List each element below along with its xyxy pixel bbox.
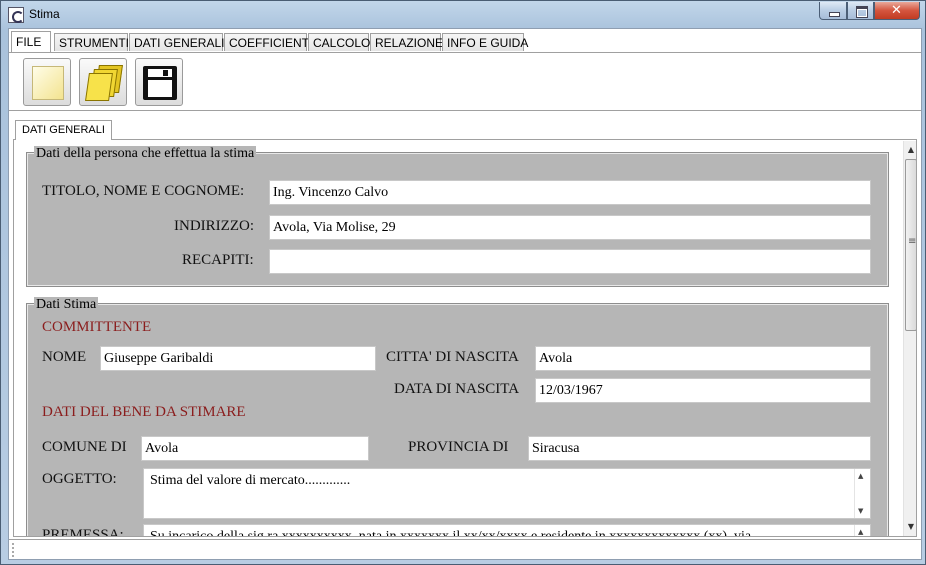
app-window: Stima FILE STRUMENTI DATI GENERALI COEFF… [0,0,926,565]
committente-heading: COMMITTENTE [42,319,152,335]
scroll-up-icon[interactable]: ▲ [858,472,863,480]
premessa-text: Su incarico della sig.ra xxxxxxxxxx, nat… [150,529,752,537]
save-button[interactable] [135,58,183,106]
bene-heading: DATI DEL BENE DA STIMARE [42,404,246,420]
client-area: FILE STRUMENTI DATI GENERALI COEFFICIENT… [8,28,922,560]
oggetto-label: OGGETTO: [42,471,117,487]
window-title: Stima [29,7,60,21]
scroll-thumb[interactable] [905,159,916,331]
open-folder-icon [85,65,123,101]
data-nascita-field[interactable]: 12/03/1967 [535,378,871,403]
persona-group: Dati della persona che effettua la stima… [26,146,889,287]
panel-scrollbar[interactable]: ▲ ▼ [903,141,916,536]
citta-label: CITTA' DI NASCITA [386,349,519,365]
new-file-icon [32,66,64,100]
tab-calcolo[interactable]: CALCOLO [308,33,370,51]
title-bar[interactable]: Stima [1,1,925,28]
persona-legend: Dati della persona che effettua la stima [34,146,257,162]
provincia-field[interactable]: Siracusa [528,436,871,461]
oggetto-textarea[interactable]: Stima del valore di mercato.............… [143,468,871,519]
menu-tabs: FILE STRUMENTI DATI GENERALI COEFFICIENT… [9,31,921,53]
tab-file[interactable]: FILE [11,31,51,52]
maximize-button[interactable] [847,2,874,20]
app-icon [8,7,24,23]
oggetto-text: Stima del valore di mercato............. [150,473,351,488]
recapiti-field[interactable] [269,249,871,274]
nome-label: NOME [42,349,87,365]
minimize-button[interactable] [819,2,847,20]
tab-relazione[interactable]: RELAZIONE [370,33,443,51]
stima-legend: Dati Stima [34,297,99,313]
recapiti-label: RECAPITI: [182,252,254,268]
titolo-field[interactable]: Ing. Vincenzo Calvo [269,180,871,205]
indirizzo-label: INDIRIZZO: [174,218,254,234]
scroll-up-arrow-icon[interactable]: ▲ [904,143,916,157]
status-bar [9,539,921,559]
scroll-down-arrow-icon[interactable]: ▼ [904,520,916,534]
nome-field[interactable]: Giuseppe Garibaldi [100,346,376,371]
tab-info-e-guida[interactable]: INFO E GUIDA [442,33,528,51]
oggetto-scrollbar[interactable]: ▲ ▼ [854,469,870,518]
comune-field[interactable]: Avola [141,436,369,461]
tab-dati-generali[interactable]: DATI GENERALI [129,33,224,51]
indirizzo-field[interactable]: Avola, Via Molise, 29 [269,215,871,240]
new-file-button[interactable] [23,58,71,106]
premessa-textarea[interactable]: Su incarico della sig.ra xxxxxxxxxx, nat… [143,524,871,537]
comune-label: COMUNE DI [42,439,127,455]
data-nascita-label: DATA DI NASCITA [394,381,520,397]
citta-field[interactable]: Avola [535,346,871,371]
dati-generali-panel: Dati della persona che effettua la stima… [13,139,917,537]
toolbar [9,51,921,111]
scroll-down-icon[interactable]: ▼ [858,507,863,515]
provincia-label: PROVINCIA DI [408,439,509,455]
tab-dati-generali-inner[interactable]: DATI GENERALI [15,120,112,140]
open-file-button[interactable] [79,58,127,106]
resize-grip-icon[interactable] [12,543,14,557]
premessa-label: PREMESSA: [42,527,124,537]
tab-strumenti[interactable]: STRUMENTI [54,33,129,51]
scroll-up-icon[interactable]: ▲ [858,528,863,536]
stima-group: Dati Stima COMMITTENTE NOME Giuseppe Gar… [26,297,889,537]
tab-coefficienti[interactable]: COEFFICIENTI [224,33,312,51]
save-icon [143,66,177,100]
premessa-scrollbar[interactable]: ▲ [854,525,870,536]
titolo-label: TITOLO, NOME E COGNOME: [42,183,245,199]
close-button[interactable] [874,2,920,20]
